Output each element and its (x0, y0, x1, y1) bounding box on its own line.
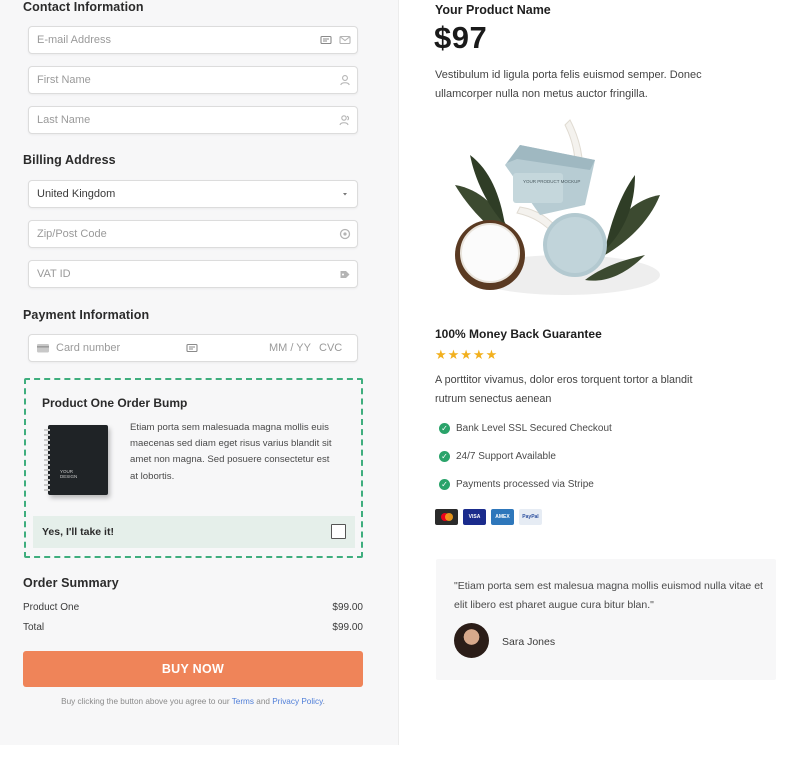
tag-icon (338, 267, 352, 281)
users-icon (338, 113, 352, 127)
order-bump-title: Product One Order Bump (42, 396, 188, 410)
order-bump-box: Product One Order Bump YOUR DESIGN Etiam… (24, 378, 363, 558)
privacy-policy-link[interactable]: Privacy Policy (272, 697, 322, 706)
summary-row-amount: $99.00 (332, 602, 363, 613)
testimonial-author: Sara Jones (502, 636, 556, 648)
email-field[interactable]: E-mail Address (28, 26, 358, 54)
vat-field[interactable]: VAT ID (28, 260, 358, 288)
first-name-field[interactable]: First Name (28, 66, 358, 94)
product-description: Vestibulum id ligula porta felis euismod… (435, 69, 702, 100)
summary-row: Product One $99.00 (23, 602, 363, 613)
envelope-icon (338, 33, 352, 47)
jar-label: YOUR PRODUCT MOCKUP (523, 179, 580, 184)
contact-section-title: Contact Information (23, 0, 144, 14)
product-price: $97 (434, 20, 488, 55)
notebook-product-image: YOUR DESIGN (44, 425, 108, 495)
guarantee-title: 100% Money Back Guarantee (435, 327, 602, 341)
email-placeholder: E-mail Address (37, 34, 111, 46)
location-icon (338, 227, 352, 241)
mastercard-icon (435, 509, 458, 525)
buy-now-button[interactable]: BUY NOW (23, 651, 363, 687)
feature-item: ✓ Bank Level SSL Secured Checkout (439, 423, 612, 434)
feature-item: ✓ Payments processed via Stripe (439, 479, 594, 490)
expiry-placeholder[interactable]: MM / YY (269, 342, 311, 354)
paypal-icon: PayPal (519, 509, 542, 525)
notebook-label: YOUR DESIGN (60, 469, 78, 479)
autofill-card-icon[interactable] (185, 341, 199, 355)
country-value: United Kingdom (37, 188, 116, 200)
product-name: Your Product Name (435, 3, 551, 17)
chevron-down-icon[interactable] (338, 187, 352, 201)
cvc-placeholder[interactable]: CVC (319, 342, 342, 354)
feature-label: Bank Level SSL Secured Checkout (456, 423, 612, 434)
testimonial-quote: "Etiam porta sem est malesua magna molli… (454, 580, 763, 611)
terms-suffix: . (322, 697, 325, 706)
zip-field[interactable]: Zip/Post Code (28, 220, 358, 248)
payment-section-title: Payment Information (23, 308, 150, 322)
terms-prefix: Buy clicking the button above you agree … (61, 697, 232, 706)
user-icon (338, 73, 352, 87)
order-bump-description: Etiam porta sem malesuada magna mollis e… (130, 422, 332, 482)
visa-icon: VISA (463, 509, 486, 525)
feature-item: ✓ 24/7 Support Available (439, 451, 556, 462)
country-select[interactable]: United Kingdom (28, 180, 358, 208)
credit-card-icon (36, 341, 50, 355)
guarantee-description: A porttitor vivamus, dolor eros torquent… (435, 374, 693, 405)
billing-section-title: Billing Address (23, 153, 116, 167)
vat-placeholder: VAT ID (37, 268, 71, 280)
rating-stars: ★★★★★ (435, 347, 499, 362)
last-name-field[interactable]: Last Name (28, 106, 358, 134)
summary-row-label: Product One (23, 602, 80, 613)
checkout-form-panel: Contact Information E-mail Address First… (0, 0, 399, 745)
autofill-card-icon[interactable] (319, 33, 333, 47)
zip-placeholder: Zip/Post Code (37, 228, 107, 240)
order-summary-title: Order Summary (23, 576, 119, 590)
amex-icon: AMEX (491, 509, 514, 525)
feature-label: Payments processed via Stripe (456, 479, 594, 490)
last-name-placeholder: Last Name (37, 114, 91, 126)
check-circle-icon: ✓ (439, 451, 450, 462)
card-number-placeholder: Card number (56, 342, 121, 354)
payment-card-logos: VISA AMEX PayPal (435, 509, 542, 525)
notebook-rings (44, 429, 50, 491)
order-bump-accept-row[interactable]: Yes, I'll take it! (33, 516, 355, 548)
terms-notice: Buy clicking the button above you agree … (23, 697, 363, 706)
feature-label: 24/7 Support Available (456, 451, 556, 462)
testimonial-card: "Etiam porta sem est malesua magna molli… (436, 559, 776, 680)
card-number-field[interactable]: Card number MM / YY CVC (28, 334, 358, 362)
product-info-panel: Your Product Name $97 Vestibulum id ligu… (400, 0, 799, 770)
order-bump-accept-label[interactable]: Yes, I'll take it! (42, 526, 114, 538)
order-bump-checkbox[interactable] (331, 524, 346, 539)
product-hero-image: YOUR PRODUCT MOCKUP (455, 119, 660, 295)
terms-and: and (253, 697, 273, 706)
check-circle-icon: ✓ (439, 423, 450, 434)
summary-total-row: Total $99.00 (23, 622, 363, 633)
first-name-placeholder: First Name (37, 74, 91, 86)
check-circle-icon: ✓ (439, 479, 450, 490)
summary-total-label: Total (23, 622, 45, 633)
avatar (454, 623, 489, 658)
summary-total-amount: $99.00 (332, 622, 363, 633)
terms-link[interactable]: Terms (232, 697, 254, 706)
